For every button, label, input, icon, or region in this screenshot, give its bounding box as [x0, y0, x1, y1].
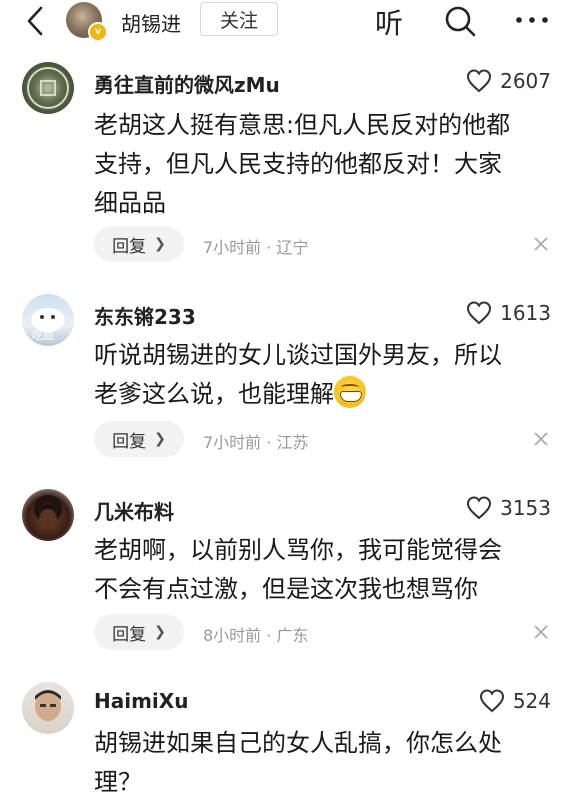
- reply-button[interactable]: 回复 ❯: [94, 614, 184, 650]
- chevron-right-icon: ❯: [154, 624, 166, 640]
- comment-text-line: 支持，但凡人民支持的他都反对！大家: [94, 150, 502, 178]
- comment-text-line: 老爹这么说，也能理解: [94, 375, 544, 414]
- comment-text-line: 理？: [94, 768, 142, 796]
- listen-button[interactable]: 听: [375, 2, 403, 42]
- author-name[interactable]: 胡锡进: [121, 8, 181, 37]
- like-button[interactable]: 3153: [466, 496, 551, 520]
- comment-text-line: 老胡这人挺有意思:但凡人民反对的他都: [94, 111, 511, 139]
- person-avatar-image: [34, 495, 62, 529]
- like-button[interactable]: 1613: [466, 301, 551, 325]
- close-icon[interactable]: [532, 623, 550, 641]
- reply-label: 回复: [112, 236, 147, 257]
- chevron-left-icon: [27, 6, 43, 36]
- close-icon[interactable]: [532, 235, 550, 253]
- person-avatar-image: [35, 690, 61, 721]
- commenter-name[interactable]: HaimiXu: [94, 689, 188, 713]
- reply-button[interactable]: 回复 ❯: [94, 226, 184, 262]
- comment-text-line: 细品品: [94, 189, 166, 217]
- close-icon[interactable]: [532, 430, 550, 448]
- comment-text: 胡锡进如果自己的女人乱搞，你怎么处 理？: [94, 724, 544, 798]
- like-count: 524: [512, 689, 551, 713]
- commenter-avatar[interactable]: [22, 682, 74, 734]
- author-avatar[interactable]: v: [66, 2, 108, 42]
- commenter-name[interactable]: 东东锵233: [94, 301, 196, 330]
- follow-button[interactable]: 关注: [200, 2, 278, 36]
- chevron-right-icon: ❯: [154, 236, 166, 252]
- more-icon[interactable]: [514, 10, 550, 30]
- chevron-right-icon: ❯: [154, 431, 166, 447]
- comment-page: v 胡锡进 关注 听 勇往直前的微风zMu 2607 老胡这人挺有意思:但凡人民…: [0, 0, 563, 798]
- comment-text: 老胡这人挺有意思:但凡人民反对的他都 支持，但凡人民支持的他都反对！大家 细品品: [94, 106, 544, 223]
- like-count: 1613: [500, 301, 551, 325]
- verified-badge-icon: v: [88, 22, 108, 42]
- comment-meta: 7小时前 · 辽宁: [203, 238, 309, 257]
- commenter-avatar[interactable]: [22, 489, 74, 541]
- avatar-caption: 吃屁: [32, 329, 54, 342]
- comment-text: 听说胡锡进的女儿谈过国外男友，所以 老爹这么说，也能理解: [94, 336, 544, 414]
- commenter-avatar[interactable]: [22, 62, 74, 114]
- like-button[interactable]: 524: [479, 689, 551, 713]
- reply-button[interactable]: 回复 ❯: [94, 421, 184, 457]
- like-button[interactable]: 2607: [466, 69, 551, 93]
- reply-label: 回复: [112, 624, 147, 645]
- comment-text-line: 胡锡进如果自己的女人乱搞，你怎么处: [94, 729, 502, 757]
- like-count: 3153: [500, 496, 551, 520]
- heart-icon: [467, 69, 492, 93]
- comment-text: 老胡啊，以前别人骂你，我可能觉得会 不会有点过激，但是这次我也想骂你: [94, 531, 544, 609]
- back-button[interactable]: [22, 6, 48, 36]
- like-count: 2607: [500, 69, 551, 93]
- comment-text-line: 听说胡锡进的女儿谈过国外男友，所以: [94, 341, 502, 369]
- heart-icon: [467, 301, 492, 325]
- commenter-name[interactable]: 勇往直前的微风zMu: [94, 69, 280, 98]
- heart-icon: [467, 496, 492, 520]
- heart-icon: [479, 689, 504, 713]
- commenter-avatar[interactable]: 吃屁: [22, 294, 74, 346]
- coin-avatar-image: [27, 67, 69, 109]
- top-bar: v 胡锡进 关注 听: [0, 0, 563, 44]
- reply-label: 回复: [112, 431, 147, 452]
- grin-emoji-icon: [334, 376, 366, 408]
- comment-meta: 7小时前 · 江苏: [203, 433, 309, 452]
- commenter-name[interactable]: 几米布料: [94, 496, 174, 525]
- comment-meta: 8小时前 · 广东: [203, 626, 309, 645]
- comment-text-line: 老胡啊，以前别人骂你，我可能觉得会: [94, 536, 502, 564]
- comment-text-span: 老爹这么说，也能理解: [94, 380, 334, 408]
- comment-text-line: 不会有点过激，但是这次我也想骂你: [94, 575, 478, 603]
- search-icon[interactable]: [443, 4, 477, 38]
